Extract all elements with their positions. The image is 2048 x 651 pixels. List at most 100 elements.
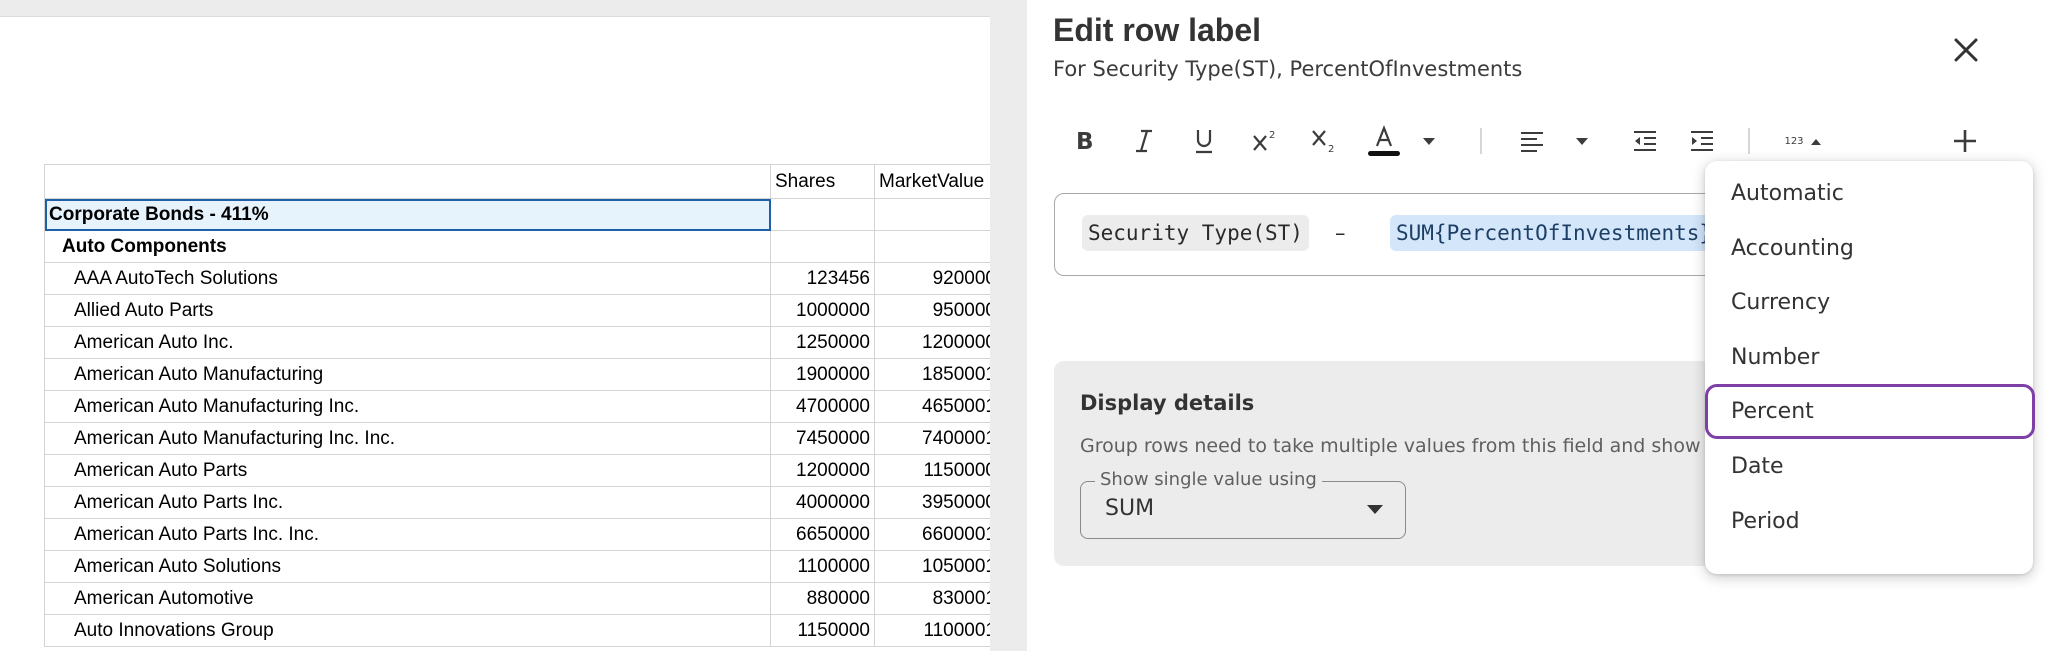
menu-item-automatic[interactable]: Automatic xyxy=(1705,166,2033,221)
caret-up-icon xyxy=(1810,138,1821,145)
row-market-value-cell[interactable]: 7400001 xyxy=(874,422,1001,455)
row-market-value-cell[interactable]: 1200000 xyxy=(874,326,1001,359)
text-color-dropdown[interactable] xyxy=(1414,120,1444,162)
table-row: Auto Components xyxy=(44,230,1001,263)
table-row: American Automotive 880000 830001 xyxy=(44,582,1001,615)
spreadsheet-pane: Shares MarketValue Corporate Bonds - 411… xyxy=(0,0,1010,651)
row-name-cell[interactable]: American Auto Parts Inc. xyxy=(44,486,771,519)
report-table: Shares MarketValue Corporate Bonds - 411… xyxy=(44,164,1001,647)
add-button[interactable] xyxy=(1945,120,1985,162)
row-name-cell[interactable]: Corporate Bonds - 411% xyxy=(44,198,771,231)
row-market-value-cell[interactable]: 920000 xyxy=(874,262,1001,295)
row-shares-cell[interactable]: 4000000 xyxy=(770,486,875,519)
format-toolbar: B 2 2 123 xyxy=(1027,120,2048,162)
menu-item-percent[interactable]: Percent xyxy=(1705,384,2035,439)
menu-item-currency[interactable]: Currency xyxy=(1705,275,2033,330)
row-name-cell[interactable]: American Automotive xyxy=(44,582,771,615)
text-color-icon xyxy=(1368,124,1400,156)
panel-subtitle: For Security Type(ST), PercentOfInvestme… xyxy=(1053,57,1523,81)
underline-button[interactable] xyxy=(1184,120,1224,162)
single-value-select[interactable]: Show single value using SUM xyxy=(1080,469,1406,539)
row-market-value-cell[interactable]: 4650001 xyxy=(874,390,1001,423)
row-shares-cell[interactable] xyxy=(770,230,875,263)
display-details-section: Display details Group rows need to take … xyxy=(1054,361,1794,566)
row-shares-cell[interactable]: 1250000 xyxy=(770,326,875,359)
number-format-button[interactable]: 123 xyxy=(1775,120,1831,162)
toolbar-divider xyxy=(1748,128,1750,154)
subscript-button[interactable]: 2 xyxy=(1302,120,1346,162)
svg-text:B: B xyxy=(1076,129,1094,154)
row-market-value-cell[interactable] xyxy=(874,198,1001,231)
row-market-value-cell[interactable]: 1100001 xyxy=(874,614,1001,647)
text-color-button[interactable] xyxy=(1361,120,1407,162)
close-button[interactable] xyxy=(1948,32,1984,68)
row-shares-cell[interactable] xyxy=(770,198,875,231)
row-market-value-cell[interactable]: 1150000 xyxy=(874,454,1001,487)
row-shares-cell[interactable]: 1200000 xyxy=(770,454,875,487)
sheet-top-bar xyxy=(0,0,1010,17)
menu-item-period[interactable]: Period xyxy=(1705,494,2033,549)
italic-button[interactable] xyxy=(1124,120,1164,162)
table-header-row: Shares MarketValue xyxy=(44,164,1001,199)
row-name-cell[interactable]: AAA AutoTech Solutions xyxy=(44,262,771,295)
table-row: American Auto Parts Inc. 4000000 3950000 xyxy=(44,486,1001,519)
row-name-cell[interactable]: American Auto Manufacturing Inc. Inc. xyxy=(44,422,771,455)
display-details-title: Display details xyxy=(1080,391,1255,415)
menu-item-accounting[interactable]: Accounting xyxy=(1705,221,2033,276)
header-cell-market-value[interactable]: MarketValue xyxy=(874,164,1001,199)
svg-text:2: 2 xyxy=(1269,130,1275,141)
row-market-value-cell[interactable]: 1850001 xyxy=(874,358,1001,391)
subscript-icon: 2 xyxy=(1312,130,1334,155)
header-cell-shares[interactable]: Shares xyxy=(770,164,875,199)
row-name-cell[interactable]: American Auto Parts Inc. Inc. xyxy=(44,518,771,551)
formula-token-security-type[interactable]: Security Type(ST) xyxy=(1082,215,1309,251)
row-shares-cell[interactable]: 1150000 xyxy=(770,614,875,647)
row-shares-cell[interactable]: 1000000 xyxy=(770,294,875,327)
row-shares-cell[interactable]: 6650000 xyxy=(770,518,875,551)
table-row: American Auto Manufacturing 1900000 185000… xyxy=(44,358,1001,391)
menu-item-date[interactable]: Date xyxy=(1705,439,2033,494)
indent-icon xyxy=(1691,131,1713,151)
row-shares-cell[interactable]: 7450000 xyxy=(770,422,875,455)
align-dropdown[interactable] xyxy=(1567,120,1597,162)
menu-item-number[interactable]: Number xyxy=(1705,330,2033,385)
table-row: Allied Auto Parts 1000000 950000 xyxy=(44,294,1001,327)
label-formula-input[interactable]: Security Type(ST) – SUM{PercentOfInvestm… xyxy=(1054,193,1754,276)
row-market-value-cell[interactable]: 6600001 xyxy=(874,518,1001,551)
row-shares-cell[interactable]: 4700000 xyxy=(770,390,875,423)
row-market-value-cell[interactable]: 3950000 xyxy=(874,486,1001,519)
row-name-cell[interactable]: American Auto Parts xyxy=(44,454,771,487)
decrease-indent-button[interactable] xyxy=(1625,120,1665,162)
row-shares-cell[interactable]: 1100000 xyxy=(770,550,875,583)
table-row: American Auto Manufacturing Inc. Inc. 745… xyxy=(44,422,1001,455)
table-row: Auto Innovations Group 1150000 1100001 xyxy=(44,614,1001,647)
superscript-button[interactable]: 2 xyxy=(1243,120,1287,162)
row-market-value-cell[interactable]: 830001 xyxy=(874,582,1001,615)
row-name-cell[interactable]: American Auto Inc. xyxy=(44,326,771,359)
plus-icon xyxy=(1954,130,1976,152)
row-shares-cell[interactable]: 1900000 xyxy=(770,358,875,391)
header-cell-name[interactable] xyxy=(44,164,771,199)
superscript-icon: 2 xyxy=(1253,130,1275,151)
row-market-value-cell[interactable]: 950000 xyxy=(874,294,1001,327)
table-row: American Auto Parts Inc. Inc. 6650000 6600… xyxy=(44,518,1001,551)
table-row: American Auto Parts 1200000 1150000 xyxy=(44,454,1001,487)
number-format-menu: Automatic Accounting Currency Number Percent… xyxy=(1705,161,2035,574)
row-name-cell[interactable]: Auto Components xyxy=(44,230,771,263)
row-name-cell[interactable]: American Auto Manufacturing xyxy=(44,358,771,391)
row-market-value-cell[interactable]: 1050001 xyxy=(874,550,1001,583)
row-name-cell[interactable]: Auto Innovations Group xyxy=(44,614,771,647)
panel-title: Edit row label xyxy=(1053,12,1262,48)
row-name-cell[interactable]: Allied Auto Parts xyxy=(44,294,771,327)
increase-indent-button[interactable] xyxy=(1682,120,1722,162)
row-name-cell[interactable]: American Auto Manufacturing Inc. xyxy=(44,390,771,423)
table-row: AAA AutoTech Solutions 123456 920000 xyxy=(44,262,1001,295)
align-button[interactable] xyxy=(1512,120,1552,162)
bold-button[interactable]: B xyxy=(1064,120,1104,162)
row-market-value-cell[interactable] xyxy=(874,230,1001,263)
row-name-cell[interactable]: American Auto Solutions xyxy=(44,550,771,583)
row-shares-cell[interactable]: 880000 xyxy=(770,582,875,615)
pane-divider xyxy=(990,0,1027,651)
formula-token-sum-percent[interactable]: SUM{PercentOfInvestments} xyxy=(1390,215,1719,251)
row-shares-cell[interactable]: 123456 xyxy=(770,262,875,295)
